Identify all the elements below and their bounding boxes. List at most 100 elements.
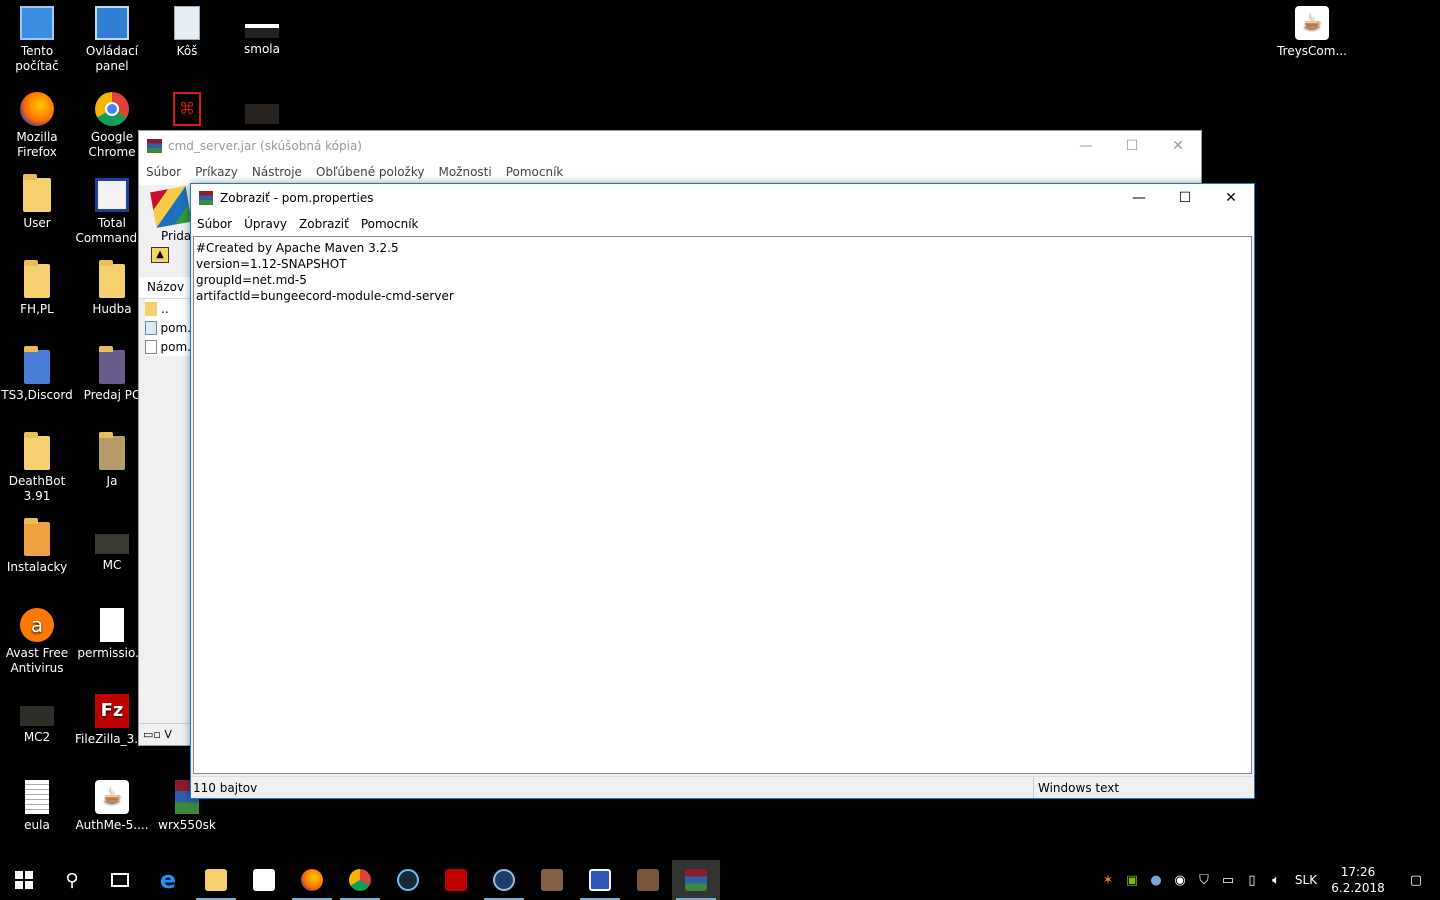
- close-button[interactable]: ✕: [1155, 131, 1201, 161]
- menu-nastroje[interactable]: Nástroje: [245, 165, 309, 179]
- taskbar-chrome[interactable]: [336, 860, 384, 900]
- folder-icon: [24, 346, 50, 384]
- language-indicator[interactable]: SLK: [1288, 860, 1324, 900]
- desktop-icon-eula[interactable]: eula: [0, 780, 74, 833]
- desktop-icon-this-pc[interactable]: Tento počítač: [0, 6, 74, 74]
- viewer-titlebar[interactable]: Zobraziť - pom.properties — ☐ ✕: [191, 184, 1254, 212]
- nvidia-icon[interactable]: ▣: [1120, 860, 1144, 900]
- user-folder-icon: [23, 174, 51, 212]
- taskbar-filezilla[interactable]: [432, 860, 480, 900]
- start-button[interactable]: [0, 860, 48, 900]
- up-folder-button[interactable]: ▲: [151, 247, 169, 263]
- column-header-name[interactable]: Názov: [139, 277, 191, 299]
- add-button[interactable]: Pridať: [150, 186, 196, 243]
- menu-upravy[interactable]: Úpravy: [238, 217, 293, 231]
- steam-tray-icon[interactable]: ◉: [1168, 860, 1192, 900]
- desktop-icon-instalacky[interactable]: Instalacky: [0, 518, 74, 575]
- winrar-icon: [199, 191, 213, 205]
- close-button[interactable]: ✕: [1208, 184, 1254, 212]
- taskbar-total-commander[interactable]: [576, 860, 624, 900]
- maximize-button[interactable]: ☐: [1109, 131, 1155, 161]
- shield-icon[interactable]: ⛉: [1192, 860, 1216, 900]
- taskbar-teamspeak[interactable]: [480, 860, 528, 900]
- desktop-icon-fhpl[interactable]: FH,PL: [0, 260, 74, 317]
- network-icon[interactable]: ▯: [1240, 860, 1264, 900]
- desktop-icon-label: smola: [244, 42, 280, 56]
- desktop-icon-firefox[interactable]: Mozilla Firefox: [0, 92, 74, 160]
- system-tray: ✶ ▣ ● ◉ ⛉ ▭ ▯ 🔈︎ SLK 17:26 6.2.2018 ▢: [1096, 860, 1440, 900]
- desktop-icon-user[interactable]: User: [0, 174, 74, 231]
- list-item[interactable]: ..: [145, 299, 191, 318]
- list-item[interactable]: pom.: [145, 318, 191, 337]
- desktop-icon-treyscom[interactable]: ☕ TreysCom...: [1275, 6, 1349, 59]
- task-view-button[interactable]: [96, 860, 144, 900]
- avast-tray-icon[interactable]: ✶: [1096, 860, 1120, 900]
- menu-pomocnik[interactable]: Pomocník: [499, 165, 571, 179]
- image-thumbnail-icon: [20, 706, 54, 726]
- folder-icon: [99, 260, 125, 298]
- file-content-view[interactable]: #Created by Apache Maven 3.2.5 version=1…: [193, 236, 1252, 774]
- viewer-window[interactable]: Zobraziť - pom.properties — ☐ ✕ Súbor Úp…: [190, 183, 1255, 799]
- taskbar-file-explorer[interactable]: [192, 860, 240, 900]
- desktop-icon-smola[interactable]: smola: [225, 6, 299, 57]
- menu-prikazy[interactable]: Príkazy: [188, 165, 245, 179]
- desktop-icon-recycle-bin[interactable]: Kôš: [150, 6, 224, 59]
- minimize-button[interactable]: —: [1063, 131, 1109, 161]
- desktop-icon-control-panel[interactable]: Ovládací panel: [75, 6, 149, 74]
- taskbar-firefox[interactable]: [288, 860, 336, 900]
- windows-icon: [15, 871, 33, 889]
- taskbar-minecraft[interactable]: [528, 860, 576, 900]
- viewer-statusbar: 110 bajtov Windows text: [191, 776, 1254, 798]
- taskbar-edge[interactable]: e: [144, 860, 192, 900]
- notifications-icon[interactable]: ▢: [1392, 860, 1440, 900]
- encoding-status: Windows text: [1038, 781, 1120, 795]
- taskbar-steam[interactable]: [384, 860, 432, 900]
- search-icon: ⚲: [65, 869, 79, 891]
- desktop-icon-mc2[interactable]: MC2: [0, 694, 74, 745]
- desktop-icon-label: Predaj PC: [83, 388, 141, 402]
- desktop-icon-deathbot[interactable]: DeathBot 3.91: [0, 432, 74, 504]
- chrome-icon: [95, 92, 129, 126]
- taskbar-minecraft-2[interactable]: [624, 860, 672, 900]
- desktop-icon-pdf[interactable]: ⌘: [150, 92, 224, 130]
- display-icon[interactable]: ▭: [1216, 860, 1240, 900]
- desktop-icon-label: MC2: [23, 730, 51, 744]
- total-commander-icon: [95, 178, 129, 212]
- store-icon: [253, 869, 275, 891]
- desktop-icon-ts3-discord[interactable]: TS3,Discord: [0, 346, 74, 403]
- desktop-icon-label: DeathBot 3.91: [8, 474, 66, 503]
- java-icon: ☕: [1295, 6, 1329, 40]
- menu-subor[interactable]: Súbor: [139, 165, 188, 179]
- menu-subor[interactable]: Súbor: [191, 217, 238, 231]
- add-archive-icon: [150, 186, 192, 228]
- desktop-icon-thumb[interactable]: [225, 92, 299, 128]
- list-item-name: pom.: [160, 320, 191, 335]
- winrar-status-text: V: [164, 728, 172, 741]
- menu-zobrazit[interactable]: Zobraziť: [293, 217, 355, 231]
- taskbar-store[interactable]: [240, 860, 288, 900]
- volume-icon[interactable]: 🔈︎: [1264, 860, 1288, 900]
- desktop-icon-label: eula: [24, 818, 50, 832]
- clock[interactable]: 17:26 6.2.2018: [1324, 864, 1392, 896]
- clock-date: 6.2.2018: [1331, 881, 1385, 895]
- winrar-titlebar[interactable]: cmd_server.jar (skúšobná kópia) — ☐ ✕: [139, 131, 1201, 161]
- maximize-button[interactable]: ☐: [1162, 184, 1208, 212]
- menu-pomocnik[interactable]: Pomocník: [355, 217, 425, 231]
- firefox-icon: [301, 869, 323, 891]
- desktop-icon-label: wrx550sk: [158, 818, 216, 832]
- teamspeak-tray-icon[interactable]: ●: [1144, 860, 1168, 900]
- desktop-icon-label: Avast Free Antivirus: [5, 646, 69, 675]
- desktop-icon-label: Kôš: [176, 44, 198, 58]
- minimize-button[interactable]: —: [1116, 184, 1162, 212]
- desktop-icon-authme[interactable]: ☕ AuthMe-5....: [75, 780, 149, 833]
- list-item-name: ..: [161, 301, 169, 316]
- firefox-icon: [20, 92, 54, 126]
- desktop-icon-label: Google Chrome: [88, 130, 136, 159]
- desktop-icon-avast[interactable]: a Avast Free Antivirus: [0, 608, 74, 676]
- desktop-icon-label: User: [23, 216, 51, 230]
- menu-oblubene[interactable]: Obľúbené položky: [309, 165, 432, 179]
- menu-moznosti[interactable]: Možnosti: [431, 165, 498, 179]
- list-item[interactable]: pom.: [145, 337, 191, 356]
- taskbar-winrar[interactable]: [672, 860, 720, 900]
- search-button[interactable]: ⚲: [48, 860, 96, 900]
